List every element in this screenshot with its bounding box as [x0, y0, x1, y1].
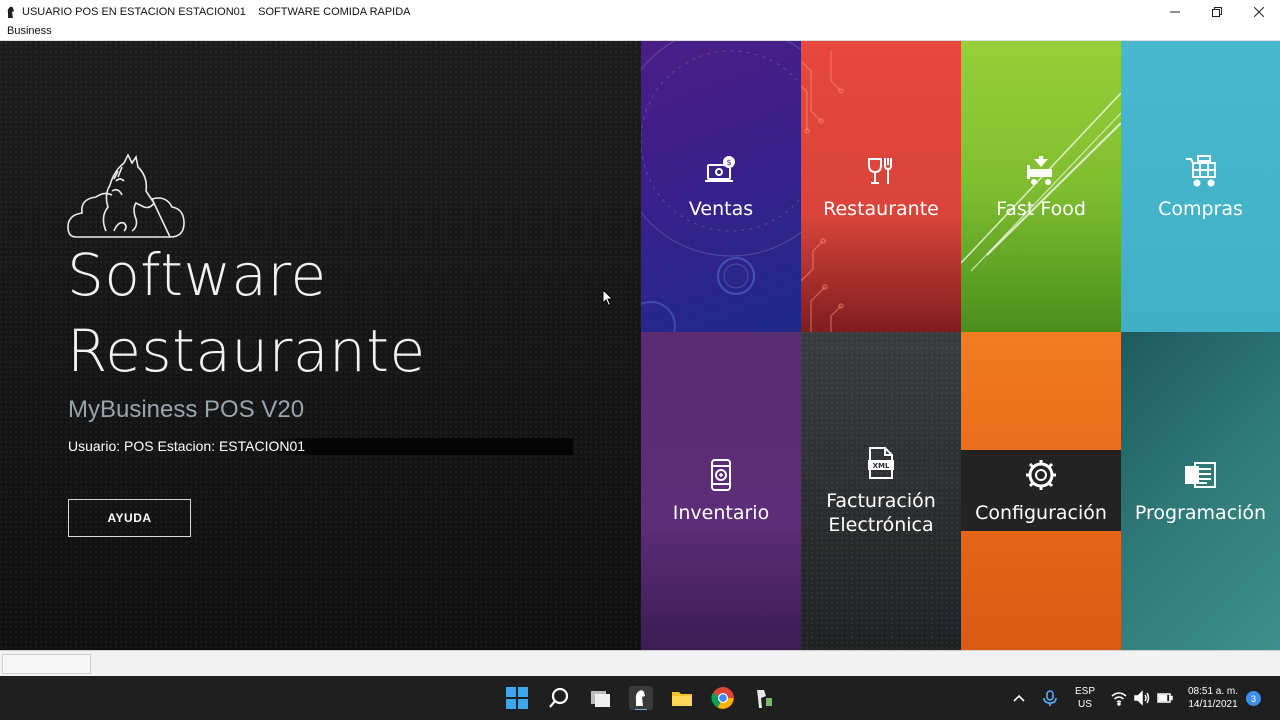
battery-icon[interactable] — [1156, 689, 1174, 707]
close-icon — [1254, 7, 1264, 17]
tile-label: Compras — [1158, 197, 1243, 220]
notification-badge[interactable]: 3 — [1246, 691, 1261, 706]
title-bar: USUARIO POS EN ESTACION ESTACION01 SOFTW… — [0, 0, 1280, 24]
tile-label: Restaurante — [823, 197, 939, 220]
tile-configuracion[interactable]: Configuración — [961, 332, 1121, 650]
horse-cloud-logo — [67, 153, 185, 238]
app-tool-icon[interactable] — [752, 686, 776, 710]
chevron-up-icon[interactable] — [1009, 688, 1029, 708]
tile-fast-food[interactable]: Fast Food — [961, 41, 1121, 332]
tile-ventas[interactable]: $ Ventas — [641, 41, 801, 332]
minimize-icon — [1170, 11, 1180, 13]
search-icon[interactable] — [547, 686, 571, 710]
tile-compras[interactable]: Compras — [1121, 41, 1280, 332]
mouse-cursor-icon — [602, 289, 614, 307]
close-button[interactable] — [1238, 0, 1280, 24]
wine-fork-icon — [868, 157, 892, 184]
clock-date: 14/11/2021 — [1188, 699, 1238, 710]
speaker-icon[interactable] — [1133, 689, 1151, 707]
tile-label: Inventario — [672, 502, 770, 524]
clock[interactable]: 08:51 a. m. 14/11/2021 — [1182, 685, 1244, 711]
svg-text:XML: XML — [873, 462, 890, 470]
fast-food-cart-icon — [1027, 155, 1052, 185]
microphone-icon[interactable] — [1040, 688, 1060, 708]
keyboard-layout: US — [1078, 699, 1092, 710]
inventory-phone-icon — [711, 459, 731, 491]
schedule-icon — [1184, 462, 1216, 488]
tile-label-line1: Facturación — [826, 490, 936, 512]
gear-icon — [1026, 459, 1056, 490]
file-explorer-icon[interactable] — [670, 686, 694, 710]
wifi-icon[interactable] — [1110, 689, 1128, 707]
minimize-button[interactable] — [1154, 0, 1196, 24]
windows-start-icon[interactable] — [505, 686, 529, 710]
shopping-cart-icon — [1185, 154, 1216, 186]
hero-title-line1: Software — [67, 241, 327, 309]
svg-text:$: $ — [726, 158, 731, 167]
status-bar — [0, 650, 1280, 676]
tile-inventario[interactable]: Inventario — [641, 332, 801, 650]
language-code: ESP — [1074, 686, 1095, 697]
hero-title-line2: Restaurante — [67, 317, 426, 385]
restore-button[interactable] — [1196, 0, 1238, 24]
xml-file-icon: XML — [868, 447, 894, 479]
hero-panel: Software Restaurante MyBusiness POS V20 … — [0, 41, 641, 650]
tile-label: Programación — [1134, 502, 1267, 524]
app-icon — [7, 6, 14, 19]
tile-facturacion-electronica[interactable]: XML Facturación Electrónica — [801, 332, 961, 650]
tile-label: Configuración — [975, 501, 1107, 524]
user-station-info: Usuario: POS Estacion: ESTACION01 — [68, 438, 573, 455]
chrome-icon[interactable] — [711, 686, 735, 710]
status-progress-box — [2, 654, 91, 674]
help-button[interactable]: AYUDA — [68, 499, 191, 537]
config-band: Configuración — [961, 450, 1121, 531]
window-title: USUARIO POS EN ESTACION ESTACION01 SOFTW… — [22, 6, 411, 18]
tile-programacion[interactable]: Programación — [1121, 332, 1280, 650]
clock-time: 08:51 a. m. — [1187, 686, 1239, 697]
product-version: MyBusiness POS V20 — [68, 396, 305, 423]
taskbar: ESP US 08:51 a. m. 14/11/2021 — [0, 676, 1280, 720]
pos-app-icon[interactable] — [629, 686, 653, 710]
menu-item-business[interactable]: Business — [7, 25, 52, 37]
restore-icon — [1212, 7, 1222, 17]
tile-label: Ventas — [688, 197, 754, 220]
tile-label: Fast Food — [996, 197, 1086, 220]
sales-icon: $ — [705, 155, 735, 182]
menu-bar: Business — [0, 24, 1280, 41]
language-indicator[interactable]: ESP US — [1070, 685, 1100, 711]
task-view-icon[interactable] — [588, 686, 612, 710]
tile-label-line2: Electrónica — [828, 514, 934, 536]
tile-restaurante[interactable]: Restaurante — [801, 41, 961, 332]
